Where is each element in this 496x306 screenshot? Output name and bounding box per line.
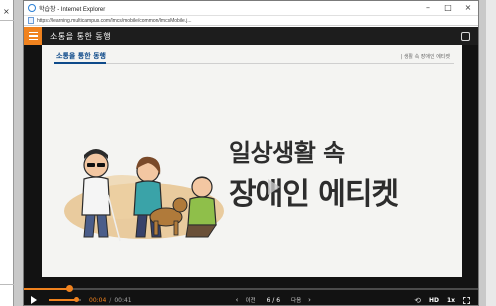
time-separator: / <box>109 296 112 304</box>
volume-handle[interactable] <box>74 297 80 302</box>
slide-heading-line1: 일상생활 속 <box>229 139 345 167</box>
prev-button[interactable]: 이전 <box>245 296 255 304</box>
page-icon <box>28 17 34 24</box>
play-icon[interactable] <box>31 296 37 304</box>
background-window: × <box>0 0 14 306</box>
volume-slider[interactable] <box>49 297 81 302</box>
slide-heading: 일상생활 속 장애인 에티켓 <box>229 139 399 212</box>
background-window-divider-bottom <box>0 284 14 285</box>
background-window-divider <box>0 20 14 21</box>
slide-header: 소통을 통한 동행 | 생활 속 장애인 에티켓 <box>42 49 462 64</box>
address-bar[interactable]: https://learning.multicampus.com/lmcs/mo… <box>24 15 478 26</box>
address-url[interactable]: https://learning.multicampus.com/lmcs/mo… <box>37 18 192 24</box>
progress-fill <box>24 288 70 290</box>
video-player: 소통을 통한 동행 소통을 통한 동행 | 생활 속 장애인 에티켓 일상생활 … <box>24 27 478 305</box>
progress-handle[interactable] <box>66 285 74 292</box>
speed-button[interactable]: 1x <box>447 297 455 304</box>
quality-button[interactable]: HD <box>429 297 439 304</box>
background-close-icon[interactable]: × <box>3 7 10 16</box>
window-title: 학습창 - Internet Explorer <box>39 6 106 13</box>
people-with-guide-dog-illustration <box>64 149 224 242</box>
page-navigation: ‹ 이전 6 / 6 다음 › <box>236 296 311 304</box>
next-button[interactable]: 다음 <box>291 296 301 304</box>
repeat-icon[interactable]: ⟲ <box>414 296 421 305</box>
prev-arrow-icon[interactable]: ‹ <box>236 296 239 304</box>
expand-icon[interactable] <box>461 31 470 41</box>
progress-bar[interactable] <box>24 285 478 292</box>
course-title: 소통을 통한 동행 <box>50 31 112 41</box>
menu-button[interactable] <box>24 27 42 45</box>
slide-tag-underline <box>54 62 106 64</box>
volume-fill <box>49 299 77 301</box>
page-indicator: 6 / 6 <box>266 296 281 304</box>
slide-heading-line2: 장애인 에티켓 <box>229 177 399 212</box>
menu-icon-bar <box>28 32 38 34</box>
maximize-button[interactable]: □ <box>438 1 458 15</box>
play-overlay-icon[interactable] <box>268 179 280 195</box>
desktop: × 학습창 - Internet Explorer – □ × https://… <box>0 0 496 306</box>
browser-window: 학습창 - Internet Explorer – □ × https://le… <box>23 0 479 306</box>
player-right-controls: ⟲ HD 1x <box>414 296 470 305</box>
title-bar: 학습창 - Internet Explorer – □ × <box>24 1 478 15</box>
slide-header-rule <box>106 63 454 64</box>
background-window-right <box>486 0 496 306</box>
window-controls: – □ × <box>418 1 478 15</box>
menu-icon-bar <box>28 38 38 40</box>
fullscreen-icon[interactable] <box>463 296 470 304</box>
player-header: 소통을 통한 동행 <box>24 27 478 45</box>
total-duration: 00:41 <box>114 296 132 304</box>
player-controls: 00:04 / 00:41 ‹ 이전 6 / 6 다음 › ⟲ HD 1x <box>24 293 478 305</box>
ie-logo-icon <box>28 4 36 12</box>
next-arrow-icon[interactable]: › <box>308 296 311 304</box>
lecture-slide: 소통을 통한 동행 | 생활 속 장애인 에티켓 일상생활 속 장애인 에티켓 <box>42 45 462 277</box>
close-button[interactable]: × <box>458 1 478 15</box>
current-time: 00:04 <box>89 296 107 304</box>
menu-icon-bar <box>28 35 38 37</box>
slide-breadcrumb: | 생활 속 장애인 에티켓 <box>400 54 450 60</box>
minimize-button[interactable]: – <box>418 1 438 15</box>
slide-section-tag: 소통을 통한 동행 <box>56 52 106 60</box>
